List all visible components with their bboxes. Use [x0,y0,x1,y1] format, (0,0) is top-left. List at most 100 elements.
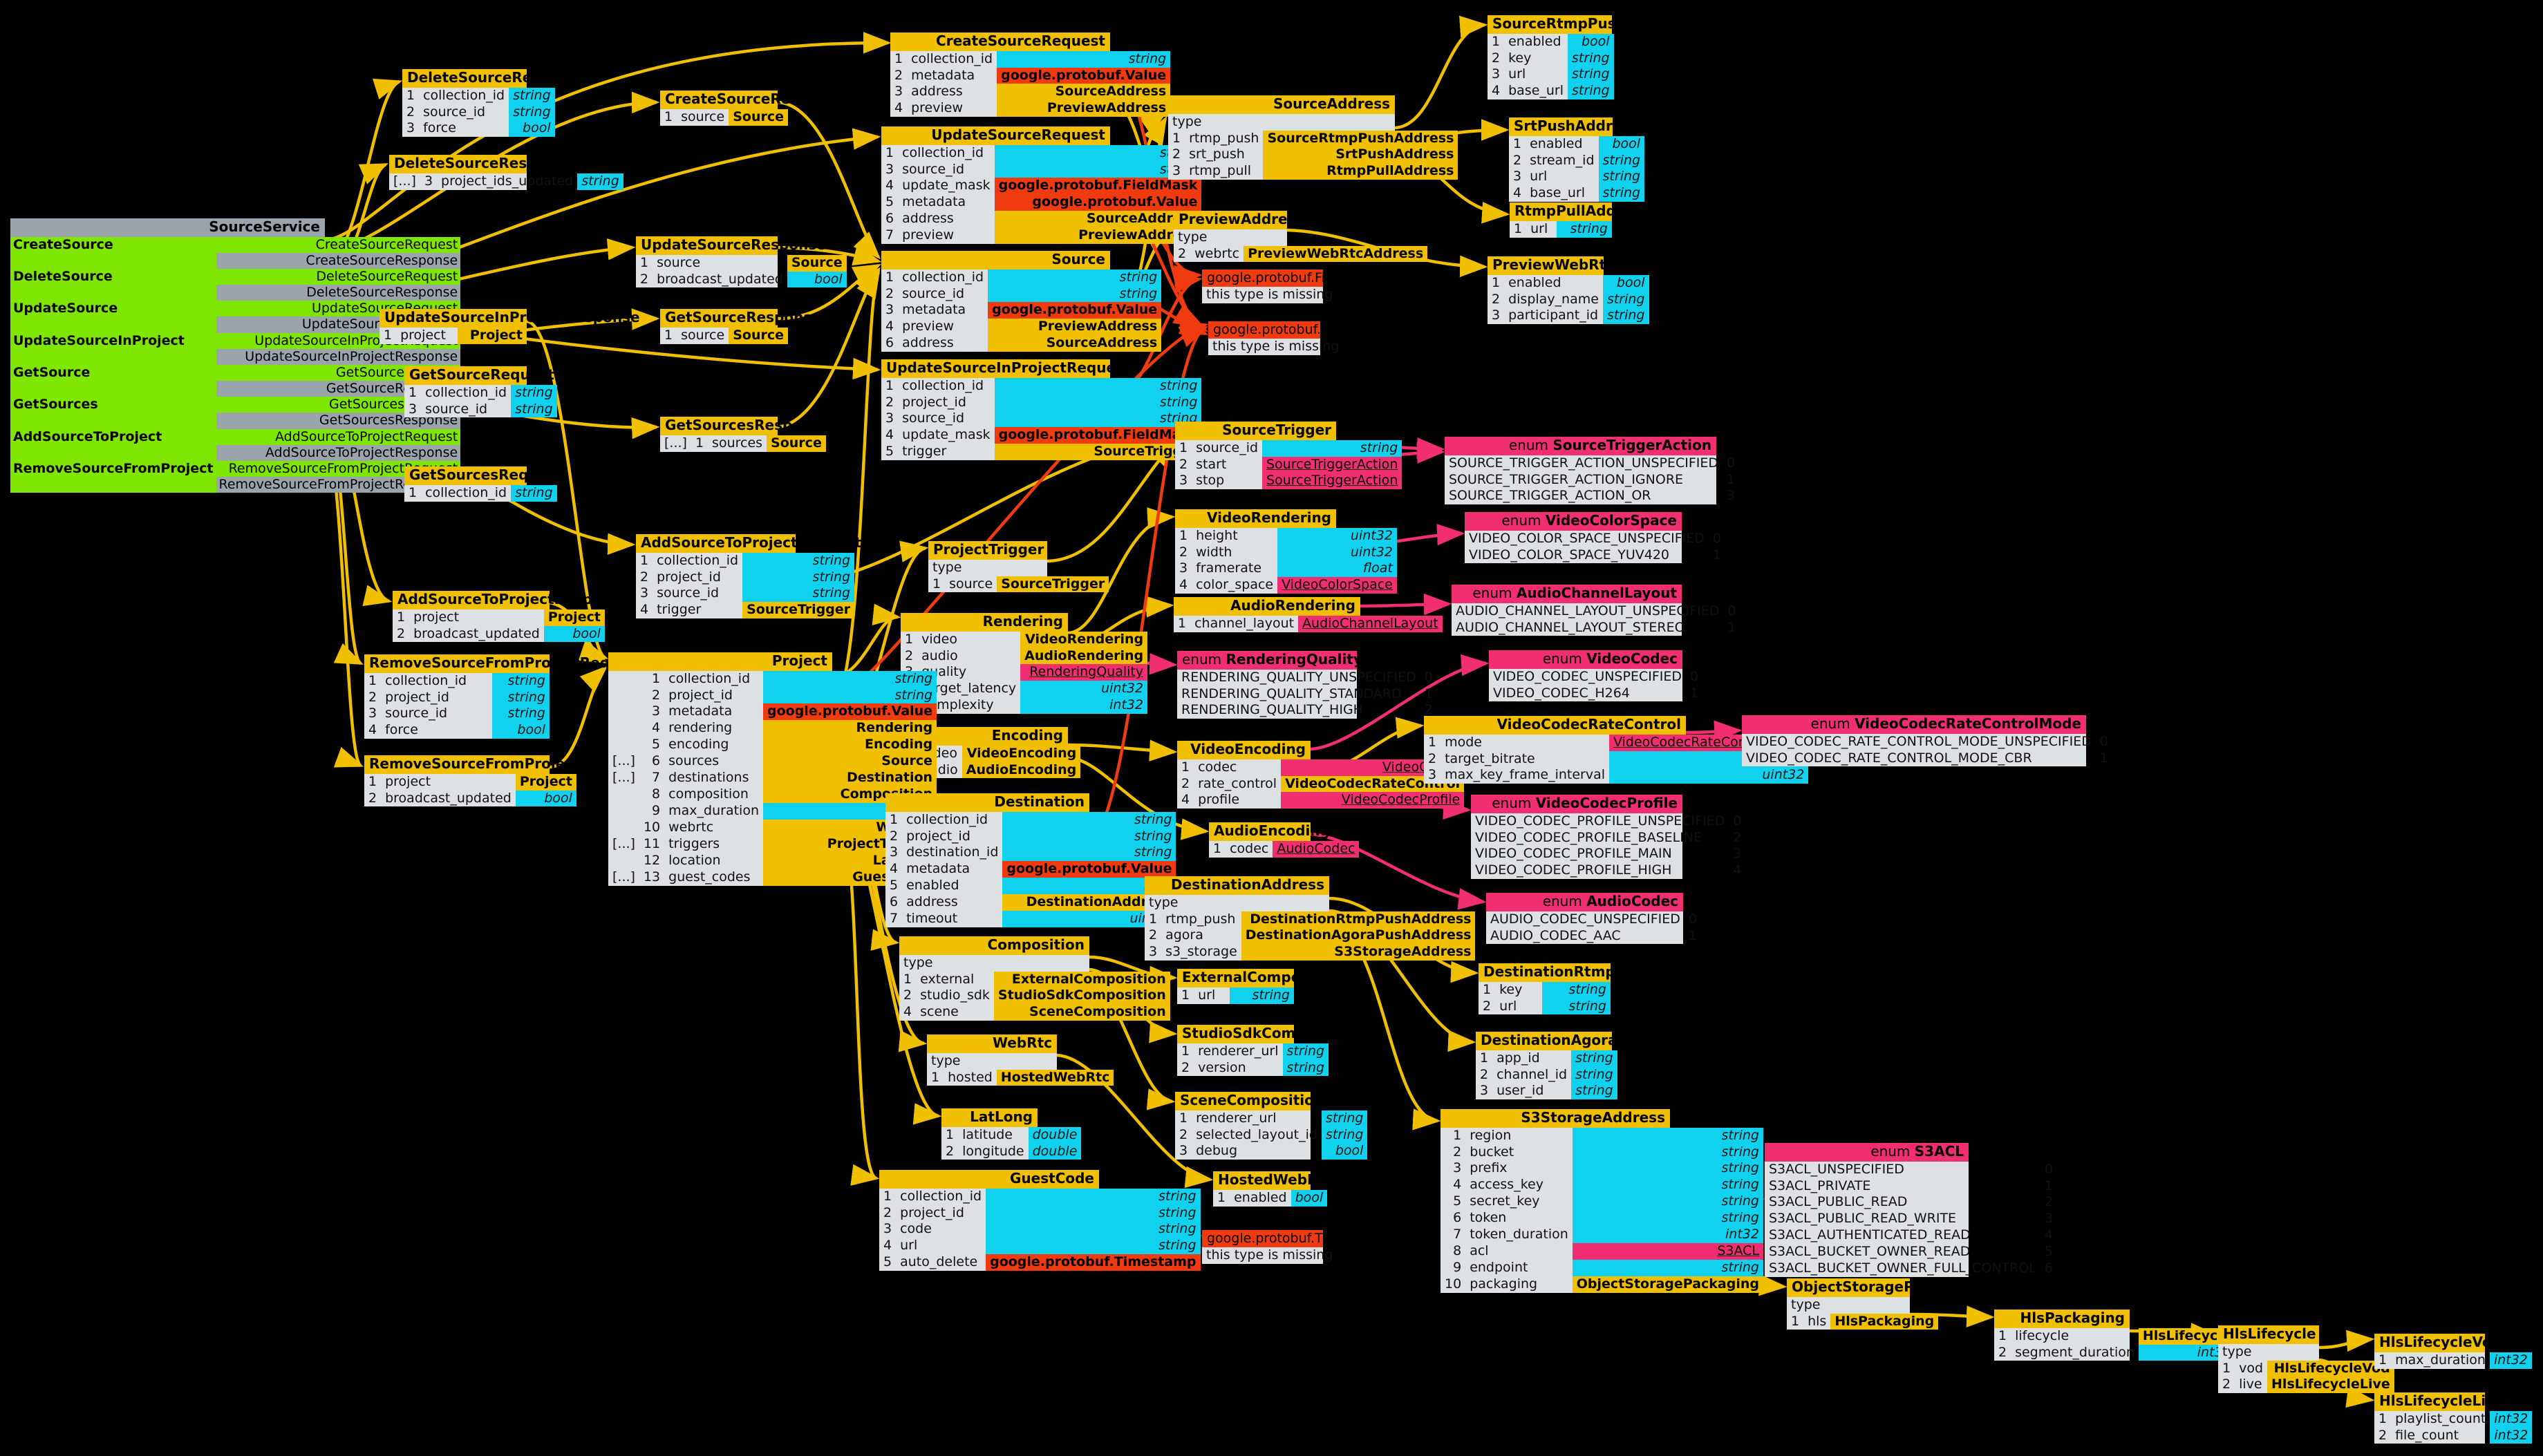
message-node-PreviewAddress[interactable]: PreviewAddress type 2 webrtc PreviewWebRtcAd… [1174,211,1428,263]
message-node-UpdateSourceRequest[interactable]: UpdateSourceRequest1collection_idstring3… [881,126,1202,245]
field-row[interactable]: 3source_idstring [881,161,1202,178]
field-row[interactable]: 6 address DestinationAddress [885,894,1176,911]
field-row[interactable]: 4 force bool [364,722,550,739]
field-row[interactable]: 1 codec VideoCodec [1177,759,1465,776]
field-row[interactable]: 1collection_idstring [402,87,555,104]
enum-node-AudioCodec[interactable]: enum AudioCodec AUDIO_CODEC_UNSPECIFIED 0 A… [1486,893,1697,945]
field-row[interactable]: 1 renderer_url string [1177,1043,1329,1060]
field-row[interactable]: 3 url string [1488,66,1614,84]
message-node-GetSourcesResponse[interactable]: GetSourcesResponse [...] 1 sources Source [660,417,829,452]
field-row[interactable]: 3 participant_id string [1488,308,1649,325]
field-row[interactable]: 3source_idstring [404,401,557,418]
field-row[interactable]: 1collection_idstring [636,552,855,569]
field-row[interactable]: 2 project_id string [881,394,1202,411]
field-row[interactable]: 1 enabled bool [1488,33,1614,50]
service-response-row[interactable]: DeleteSourceResponse [10,285,461,301]
field-row[interactable]: 1 url string [1177,987,1294,1004]
service-node-SourceService[interactable]: SourceService CreateSource CreateSourceReq… [10,218,461,493]
field-row[interactable]: 1 app_id string [1476,1050,1617,1067]
field-row[interactable]: 2 longitude double [941,1143,1082,1160]
field-row[interactable]: 1collection_idstring [881,144,1202,162]
field-row[interactable]: 1 enabled bool [1509,135,1645,153]
field-row[interactable]: 5 trigger SourceTrigger [881,444,1202,461]
field-row[interactable]: 3 url string [1509,169,1645,186]
field-row[interactable]: 2 project_id string [636,569,855,586]
field-row[interactable]: 1 latitude double [941,1126,1082,1144]
field-row[interactable]: 6 address SourceAddress [881,211,1202,228]
field-row[interactable]: 3source_idstring [881,410,1202,428]
field-row[interactable]: 3 user_id string [1476,1083,1617,1100]
field-row[interactable]: 1 region string [1441,1127,1763,1144]
message-node-DestinationRtmpPushAddress[interactable]: DestinationRtmpPushAddress 1 key string 2 url… [1479,963,1716,1015]
field-row[interactable]: 2 srt_push SrtPushAddress [1168,146,1458,164]
field-row[interactable]: 9 endpoint string [1441,1260,1763,1277]
message-node-GetSourcesRequest[interactable]: GetSourcesRequest 1 collection_id string [404,466,563,502]
field-row[interactable]: 2 display_name string [1488,291,1649,308]
field-row[interactable]: 1 renderer_url string [1175,1110,1368,1127]
field-row[interactable]: 1 enabled bool [1488,274,1649,292]
message-node-WebRtc[interactable]: WebRtc type 1 hosted HostedWebRtc [927,1034,1114,1086]
field-row[interactable]: 2 channel_id string [1476,1066,1617,1084]
field-row[interactable]: 1collection_idstring [404,484,557,502]
message-node-HlsLifecycle[interactable]: HlsLifecycle type 1 vod HlsLifecycleVod 2 live… [2218,1325,2394,1394]
field-row[interactable]: 1collection_idstring [364,672,550,690]
enum-node-AudioChannelLayout[interactable]: enum AudioChannelLayout AUDIO_CHANNEL_LAY… [1452,585,1736,636]
field-row[interactable]: 2 metadata google.protobuf.Value [890,67,1171,84]
message-node-LatLong[interactable]: LatLong 1 latitude double 2 longitude double [941,1108,1082,1160]
field-row[interactable]: 1 rtmp_push DestinationRtmpPushAddress [1145,911,1476,928]
field-row[interactable]: 4 base_url string [1509,185,1645,202]
field-row[interactable]: 1collection_idstring [879,1188,1201,1205]
message-node-HlsLifecycleVod[interactable]: HlsLifecycleVod 1 max_duration int32 [2374,1334,2532,1369]
enum-node-VideoColorSpace[interactable]: enum VideoColorSpace VIDEO_COLOR_SPACE_UN… [1465,512,1721,564]
field-row[interactable]: 2 webrtc PreviewWebRtcAddress [1174,245,1428,263]
message-node-Destination[interactable]: Destination 1 collection_id string 2 project_… [885,793,1176,928]
field-row[interactable]: 3 force bool [402,120,555,138]
field-row[interactable]: 1 source Source [636,254,847,272]
message-node-VideoCodecRateControl[interactable]: VideoCodecRateControl 1 mode VideoCodecRate… [1424,716,1809,784]
field-row[interactable]: 6 token string [1441,1210,1763,1227]
message-node-SourceTrigger[interactable]: SourceTrigger 1 source_id string 2 start Sourc… [1175,422,1402,490]
message-node-RemoveSourceFromProjectResponse[interactable]: RemoveSourceFromProjectResponse 1 project P… [364,755,655,807]
service-method-row[interactable]: DeleteSource DeleteSourceRequest [10,268,461,285]
field-row[interactable]: 1 hls HlsPackaging [1787,1313,1939,1330]
enum-node-S3ACL[interactable]: enum S3ACL S3ACL_UNSPECIFIED 0 S3ACL_PRIVAT… [1765,1143,2053,1278]
field-row[interactable]: 1 hosted HostedWebRtc [927,1069,1114,1086]
message-node-SourceRtmpPushAddress[interactable]: SourceRtmpPushAddress 1 enabled bool 2 key str… [1488,15,1689,100]
field-row[interactable]: 1 key string [1479,981,1611,999]
field-row[interactable]: 3 framerate float [1175,560,1397,578]
field-row[interactable]: 1 lifecycle HlsLifecycle [1994,1327,2235,1345]
field-row[interactable]: 3 prefix string [1441,1160,1763,1178]
field-row[interactable]: 5complexityint32 [901,697,1148,715]
service-response-row[interactable]: AddSourceToProjectResponse [10,444,461,461]
message-node-HlsLifecycleLive[interactable]: HlsLifecycleLive 1 playlist_count int32 2 fil… [2374,1392,2533,1444]
message-node-GetSourceResponse[interactable]: GetSourceResponse 1 source Source [660,309,821,344]
field-row[interactable]: 2 file_count int32 [2374,1427,2533,1444]
message-node-ProjectTrigger[interactable]: ProjectTrigger type 1 source SourceTrigger [928,541,1109,593]
message-node-HlsPackaging[interactable]: HlsPackaging 1 lifecycle HlsLifecycle 2 segme… [1994,1310,2235,1361]
field-row[interactable]: 4 color_space VideoColorSpace [1175,577,1397,594]
field-row[interactable]: 3source_idstring [636,585,855,603]
field-row[interactable]: [...] 3 project_ids_updated string [389,173,623,190]
field-row[interactable]: 5enabledbool [885,878,1176,895]
field-row[interactable]: 1 source Source [660,108,788,126]
field-row[interactable]: 1 enabled bool [1213,1189,1328,1207]
field-row[interactable]: 4 rendering Rendering [608,720,937,737]
field-row[interactable]: 3 rtmp_pull RtmpPullAddress [1168,163,1458,180]
enum-node-VideoCodecRateControlMode[interactable]: enum VideoCodecRateControlMode VIDEO_CODE… [1742,715,2108,767]
message-node-ObjectStoragePackaging[interactable]: ObjectStoragePackaging type 1 hls HlsPackagi… [1787,1278,1984,1330]
field-row[interactable]: 3 metadata google.protobuf.Value [881,302,1162,319]
message-node-PreviewWebRtcAddress[interactable]: PreviewWebRtcAddress 1 enabled bool 2 display… [1488,256,1677,325]
field-row[interactable]: 3 metadata google.protobuf.Value [608,703,937,721]
field-row[interactable]: 8 acl S3ACL [1441,1243,1763,1260]
field-row[interactable]: 2 project_id string [364,689,550,706]
message-node-S3StorageAddress[interactable]: S3StorageAddress 1 region string 2 bucket stri… [1441,1109,1763,1293]
message-node-Project[interactable]: Project 1 collection_id string 2 project_id st… [608,652,937,886]
message-node-DeleteSourceRequest[interactable]: DeleteSourceRequest 1 collection_id string 2… [402,69,576,138]
field-row[interactable]: 3 debug bool [1175,1143,1368,1160]
field-row[interactable]: 1collection_idstring [881,269,1162,286]
field-row[interactable]: 4 preview PreviewAddress [890,100,1171,117]
message-node-AudioEncoding[interactable]: AudioEncoding 1 codec AudioCodec [1209,822,1360,858]
field-row[interactable]: [...] 1 sources Source [660,435,826,452]
field-row[interactable]: 3 s3_storage S3StorageAddress [1145,944,1476,961]
service-method-row[interactable]: GetSource GetSourceRequest [10,364,461,381]
